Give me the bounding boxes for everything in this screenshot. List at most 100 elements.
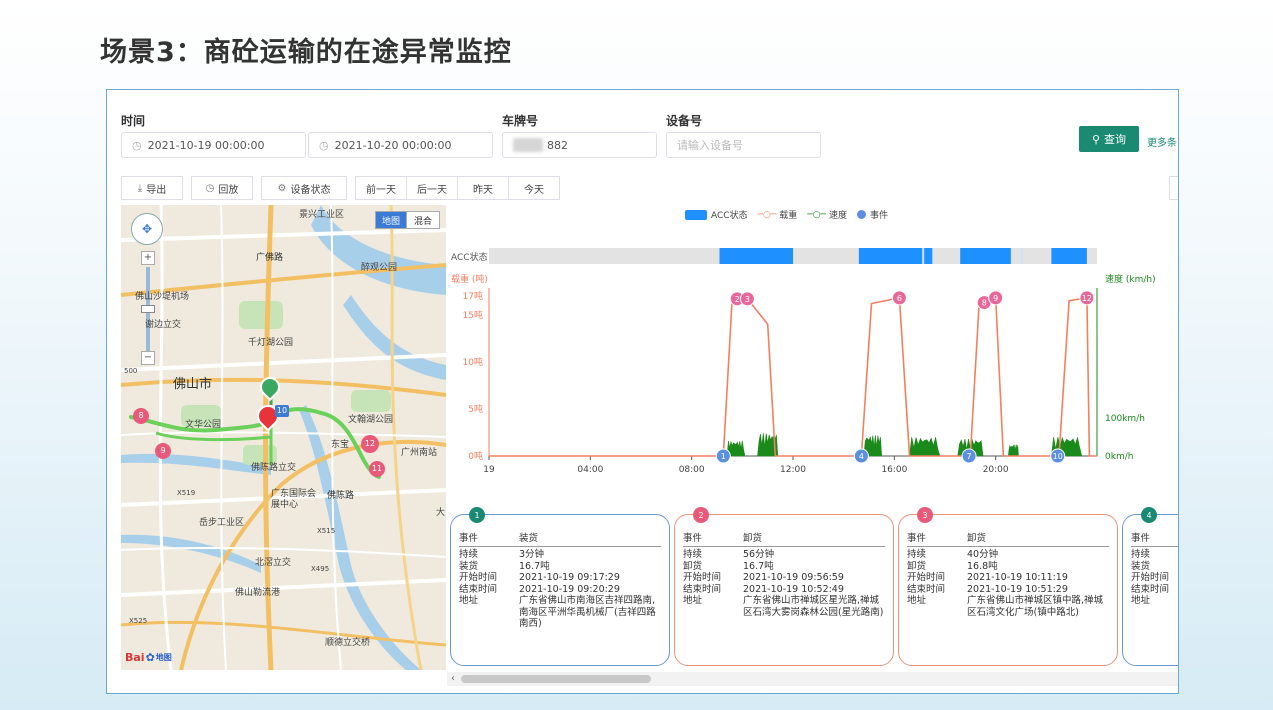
more-link[interactable]: 更多条 bbox=[1147, 134, 1177, 149]
scroll-thumb[interactable] bbox=[461, 675, 651, 683]
x-tick-label: 04:00 bbox=[577, 465, 603, 475]
today-button[interactable]: 今天 bbox=[508, 176, 560, 200]
event-card-row: 结束时间 2021-10-19 10:52:49 bbox=[683, 584, 885, 596]
map-marker-11[interactable]: 11 bbox=[369, 461, 385, 477]
search-icon: ⚲ bbox=[1091, 132, 1101, 146]
event-card-badge: 3 bbox=[917, 507, 933, 523]
event-card-value: 2021-10-19 09:17:29 bbox=[519, 572, 620, 583]
plate-input[interactable]: 882 bbox=[502, 132, 657, 158]
event-point-label: 9 bbox=[993, 294, 998, 303]
map-label-park: 景兴工业区 bbox=[299, 210, 345, 220]
event-card-value: 2021-10-19 09:56:59 bbox=[743, 572, 844, 583]
device-input[interactable]: 请输入设备号 bbox=[666, 132, 821, 158]
map-scale: 500 bbox=[124, 367, 138, 375]
event-card-key: 持续 bbox=[683, 549, 703, 560]
map-marker-10[interactable]: 10 bbox=[275, 405, 289, 417]
event-card-row: 持续 bbox=[1131, 549, 1178, 561]
playback-button[interactable]: ◷ 回放 bbox=[191, 176, 253, 200]
scroll-left-icon[interactable]: ‹ bbox=[451, 672, 455, 686]
next-day-button[interactable]: 后一天 bbox=[406, 176, 458, 200]
map-marker-12[interactable]: 12 bbox=[361, 435, 379, 453]
y-left-tick-label: 17吨 bbox=[463, 290, 483, 302]
x-tick-label: 12:00 bbox=[780, 465, 806, 475]
device-label: 设备号 bbox=[666, 114, 703, 128]
y-left-tick-label: 5吨 bbox=[468, 403, 483, 415]
event-card-header-key: 事件 bbox=[459, 533, 479, 544]
query-label: 查询 bbox=[1104, 133, 1127, 146]
toolbar-edge-control[interactable] bbox=[1169, 176, 1178, 200]
event-card-value: 广东省佛山市禅城区星光路,禅城区石湾大雾岗森林公园(星光路南) bbox=[743, 595, 884, 618]
prev-day-button[interactable]: 前一天 bbox=[355, 176, 407, 200]
acc-on-segment bbox=[960, 248, 1011, 264]
zoom-handle[interactable] bbox=[141, 305, 155, 313]
yesterday-button[interactable]: 昨天 bbox=[457, 176, 509, 200]
map-label-dongbao: 东宝 bbox=[331, 440, 350, 450]
event-card-row: 地址 bbox=[1131, 595, 1178, 607]
event-card[interactable]: 4 事件 持续 装货 开始时间 结束时间 地址 bbox=[1122, 507, 1178, 666]
event-card-value: 40分钟 bbox=[967, 549, 999, 560]
end-time-input[interactable]: ◷ 2021-10-20 00:00:00 bbox=[308, 132, 493, 158]
map-label-xiebian: 谢边立交 bbox=[145, 320, 182, 330]
baidu-logo-suffix: 地图 bbox=[155, 653, 172, 662]
event-card-key: 开始时间 bbox=[1131, 572, 1170, 583]
map-canvas bbox=[121, 205, 446, 670]
acc-on-segment bbox=[719, 248, 793, 264]
event-card-key: 结束时间 bbox=[459, 583, 498, 595]
chart-svg: ACC状态载重 (吨) 速度 (km/h)17吨15吨10吨5吨0吨100km/h… bbox=[451, 248, 1156, 475]
export-button[interactable]: ⤓ 导出 bbox=[121, 176, 183, 200]
event-card-value: 2021-10-19 10:11:19 bbox=[967, 572, 1068, 583]
event-card-key: 地址 bbox=[459, 595, 479, 606]
map-label-leliu: 佛山勒流港 bbox=[235, 588, 281, 598]
zoom-in-button[interactable]: + bbox=[141, 251, 155, 265]
playback-icon: ◷ bbox=[205, 182, 215, 194]
acc-on-segment bbox=[858, 248, 933, 264]
y-right-title: 速度 (km/h) bbox=[1105, 273, 1156, 285]
event-card-key: 地址 bbox=[907, 595, 927, 606]
event-card-row: 地址 广东省佛山市南海区吉祥四路南,南海区平洲华禹机械厂(吉祥四路南西) bbox=[459, 595, 661, 630]
zoom-out-button[interactable]: − bbox=[141, 351, 155, 365]
query-button[interactable]: ⚲ 查询 bbox=[1079, 126, 1139, 152]
event-card[interactable]: 1 事件 装货 持续 3分钟 装货 16.7吨 开始时间 2021-10-19 09:17:29… bbox=[450, 507, 670, 666]
event-card-value: 广东省佛山市南海区吉祥四路南,南海区平洲华禹机械厂(吉祥四路南西) bbox=[519, 595, 656, 629]
map-label-da: 大 bbox=[436, 508, 446, 518]
event-card-key: 开始时间 bbox=[459, 572, 498, 583]
event-card-badge: 4 bbox=[1141, 507, 1157, 523]
map-label-wenhua: 文华公园 bbox=[185, 420, 222, 430]
speed-series-burst bbox=[909, 436, 941, 457]
acc-gap-mark bbox=[922, 248, 925, 264]
y-left-title: 载重 (吨) bbox=[451, 273, 488, 285]
y-left-tick-label: 15吨 bbox=[463, 309, 483, 321]
clock-icon: ◷ bbox=[319, 138, 329, 152]
map-view[interactable]: ✥ + − 500 地图 混合 景兴工业区 广佛路 佛山沙堤机场 谢边立交 醉观… bbox=[121, 205, 446, 670]
map-label-x495: X495 bbox=[311, 565, 330, 573]
event-point-label: 2 bbox=[735, 295, 740, 304]
baidu-logo-text: Bai bbox=[125, 651, 145, 664]
event-card-key: 结束时间 bbox=[907, 583, 946, 595]
end-time-value: 2021-10-20 00:00:00 bbox=[334, 138, 452, 152]
device-status-button[interactable]: ⚙ 设备状态 bbox=[261, 176, 347, 200]
event-card[interactable]: 3 事件 卸货 持续 40分钟 卸货 16.8吨 开始时间 2021-10-19 10:11:1… bbox=[898, 507, 1118, 666]
timeline-chart[interactable]: ACC状态 ─○─ 载重 ─○─ 速度 事件 ACC状态 载重 (吨) 速度 (km… bbox=[447, 200, 1178, 500]
map-marker-9[interactable]: 9 bbox=[155, 443, 171, 459]
map-type-map-button[interactable]: 地图 bbox=[375, 211, 407, 229]
event-card-header: 事件 bbox=[1131, 530, 1178, 547]
event-card-row: 装货 bbox=[1131, 561, 1178, 573]
paw-icon: ✿ bbox=[145, 651, 155, 664]
event-card-key: 结束时间 bbox=[683, 583, 722, 595]
load-series-line bbox=[489, 296, 1097, 457]
event-card[interactable]: 2 事件 卸货 持续 56分钟 卸货 16.7吨 开始时间 2021-10-19 09:56:5… bbox=[674, 507, 894, 666]
time-label: 时间 bbox=[121, 114, 146, 128]
map-label-yuebu: 岳步工业区 bbox=[199, 518, 245, 528]
event-point-label: 1 bbox=[721, 452, 726, 461]
pan-control[interactable]: ✥ bbox=[131, 213, 163, 245]
y-left-tick-label: 0吨 bbox=[468, 450, 483, 462]
event-card-header: 事件 装货 bbox=[459, 530, 661, 547]
event-card-value: 56分钟 bbox=[743, 549, 775, 560]
cards-scrollbar[interactable]: ‹ bbox=[447, 672, 1178, 686]
event-point-label: 8 bbox=[982, 299, 987, 308]
map-marker-8[interactable]: 8 bbox=[133, 408, 149, 424]
event-card-key: 开始时间 bbox=[907, 572, 946, 583]
start-time-input[interactable]: ◷ 2021-10-19 00:00:00 bbox=[121, 132, 306, 158]
map-label-wenhan: 文翰湖公园 bbox=[348, 415, 394, 425]
map-type-hybrid-button[interactable]: 混合 bbox=[406, 211, 440, 229]
